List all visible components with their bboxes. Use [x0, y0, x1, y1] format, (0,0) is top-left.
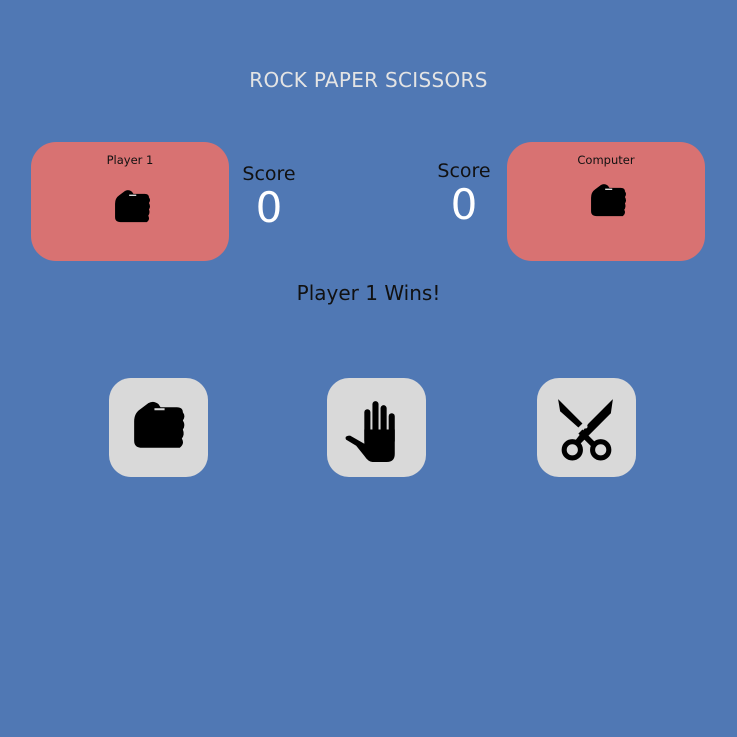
scissors-button[interactable] [537, 378, 636, 477]
player-name: Player 1 [106, 153, 154, 167]
rock-icon [590, 183, 627, 217]
page-title: ROCK PAPER SCISSORS [249, 68, 488, 92]
computer-score-value: 0 [450, 180, 478, 229]
player-score-label: Score [242, 163, 296, 185]
computer-name: Computer [577, 153, 635, 167]
scissors-icon [552, 393, 621, 462]
paper-icon [345, 401, 395, 462]
computer-card: Computer [507, 142, 705, 261]
player-score: Score 0 [229, 163, 309, 231]
computer-score: Score 0 [424, 160, 504, 228]
player-score-value: 0 [255, 183, 283, 232]
rock-button[interactable] [109, 378, 208, 477]
rock-icon [133, 400, 186, 449]
rock-icon [114, 189, 151, 223]
paper-button[interactable] [327, 378, 426, 477]
computer-score-label: Score [437, 160, 491, 182]
result-text: Player 1 Wins! [296, 281, 441, 305]
player-card: Player 1 [31, 142, 229, 261]
